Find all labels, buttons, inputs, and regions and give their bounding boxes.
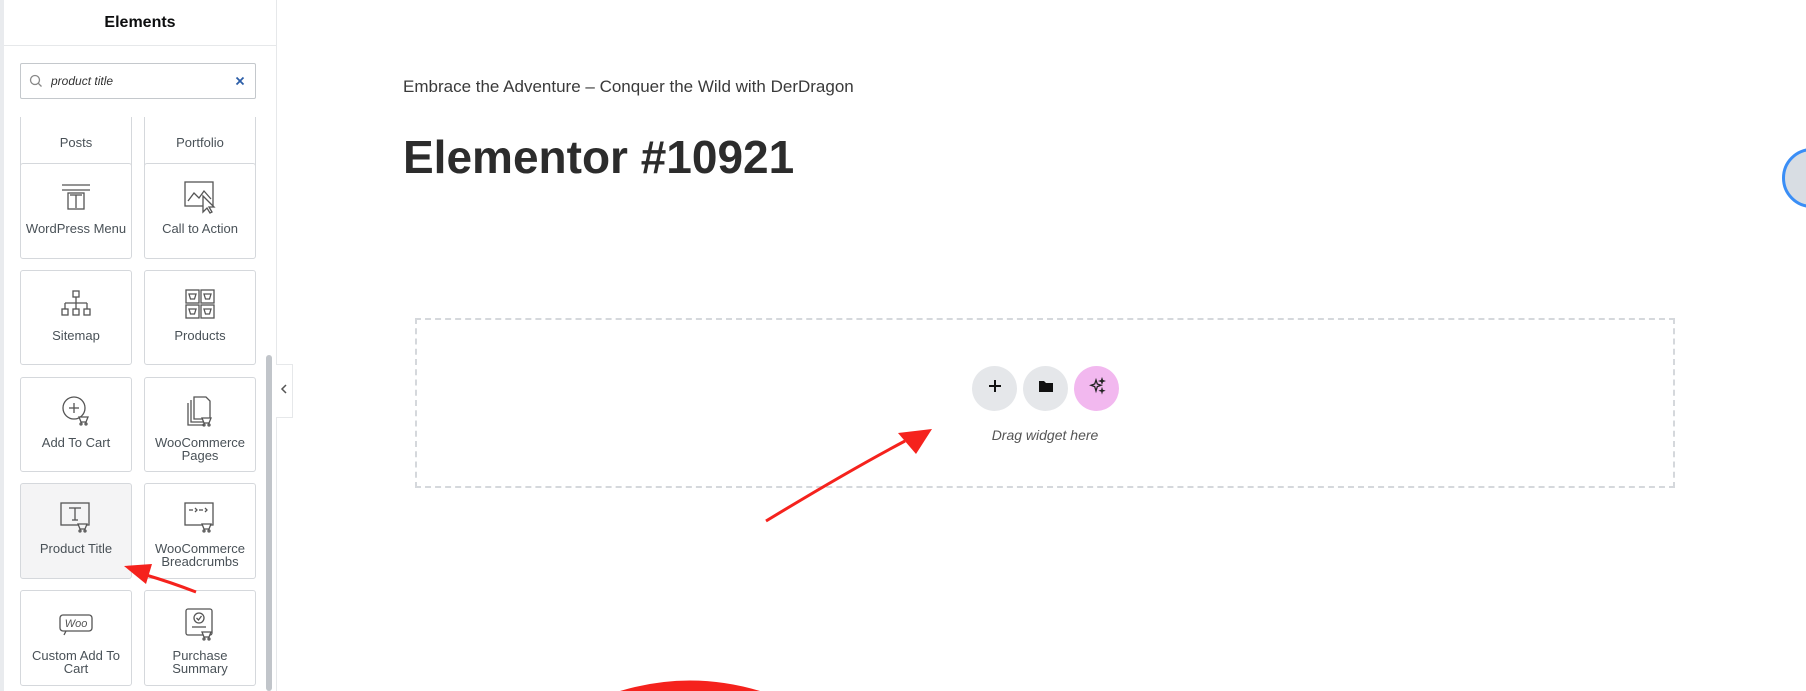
widget-woocommerce-breadcrumbs[interactable]: WooCommerce Breadcrumbs <box>144 483 256 579</box>
sitemap-icon <box>60 283 92 325</box>
woocommerce-breadcrumbs-icon <box>183 496 217 538</box>
widget-label: Purchase Summary <box>172 648 228 676</box>
search-input[interactable] <box>51 74 225 88</box>
products-icon <box>184 283 216 325</box>
product-title-icon <box>59 496 93 538</box>
drop-zone[interactable]: Drag widget here <box>415 318 1675 488</box>
widget-product-title[interactable]: Product Title <box>20 483 132 579</box>
plus-icon <box>988 379 1002 398</box>
red-shape-bottom <box>620 680 760 691</box>
panel-title: Elements <box>4 0 276 46</box>
drop-zone-hint: Drag widget here <box>991 427 1099 443</box>
widget-label: WordPress Menu <box>25 221 127 236</box>
avatar[interactable] <box>1782 148 1806 208</box>
collapse-panel-button[interactable] <box>276 364 293 418</box>
widget-label: Call to Action <box>162 221 238 236</box>
widget-label: Products <box>174 328 226 343</box>
ai-generate-button[interactable] <box>1074 366 1119 411</box>
wordpress-menu-icon <box>59 176 93 218</box>
search-icon <box>21 74 51 88</box>
widget-wordpress-menu[interactable]: WordPress Menu <box>20 163 132 259</box>
widgets-grid: Posts Portfolio WordPress Menu Call to A… <box>4 117 262 691</box>
panel-scrollbar[interactable] <box>266 355 272 691</box>
folder-icon <box>1038 379 1054 398</box>
chevron-left-icon <box>280 382 288 400</box>
add-to-cart-icon <box>60 390 92 432</box>
widget-label: Add To Cart <box>41 435 111 450</box>
widget-portfolio[interactable]: Portfolio <box>144 117 256 168</box>
widget-label: Portfolio <box>176 135 224 150</box>
widget-sitemap[interactable]: Sitemap <box>20 270 132 365</box>
widget-posts[interactable]: Posts <box>20 117 132 168</box>
widget-label: Custom Add To Cart <box>32 648 120 676</box>
sparkle-icon <box>1088 376 1106 400</box>
widget-add-to-cart[interactable]: Add To Cart <box>20 377 132 472</box>
widget-label: Sitemap <box>52 328 100 343</box>
widget-call-to-action[interactable]: Call to Action <box>144 163 256 259</box>
purchase-summary-icon <box>183 603 217 645</box>
custom-add-to-cart-icon: Woo <box>58 603 94 645</box>
elements-panel: Elements Posts Portfolio <box>0 0 277 691</box>
widget-label: WooCommerce Breadcrumbs <box>154 541 246 569</box>
widget-purchase-summary[interactable]: Purchase Summary <box>144 590 256 686</box>
widget-label: WooCommerce Pages <box>154 435 246 463</box>
widget-custom-add-to-cart[interactable]: Woo Custom Add To Cart <box>20 590 132 686</box>
search-widget-field[interactable] <box>20 63 256 99</box>
call-to-action-icon <box>183 176 217 218</box>
add-template-button[interactable] <box>1023 366 1068 411</box>
site-tagline: Embrace the Adventure – Conquer the Wild… <box>403 77 854 96</box>
widget-products[interactable]: Products <box>144 270 256 365</box>
widget-woocommerce-pages[interactable]: WooCommerce Pages <box>144 377 256 472</box>
svg-text:Woo: Woo <box>65 618 88 630</box>
woocommerce-pages-icon <box>184 390 216 432</box>
widget-label: Posts <box>59 135 93 150</box>
widget-label: Product Title <box>39 541 113 556</box>
close-icon[interactable] <box>225 76 255 86</box>
add-section-button[interactable] <box>972 366 1017 411</box>
page-title: Elementor #10921 <box>403 131 795 183</box>
